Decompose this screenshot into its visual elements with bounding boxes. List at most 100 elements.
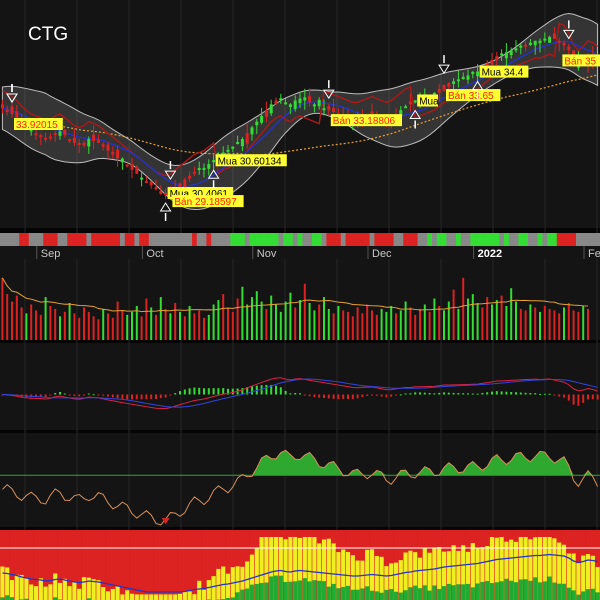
volume-bar (169, 313, 172, 340)
candle-body (192, 171, 196, 174)
signal-strip-cell (129, 233, 135, 246)
volume-bar (323, 297, 325, 340)
volume-bar (390, 305, 393, 340)
strength-bar-yellow (129, 593, 135, 600)
signal-strip-cell (192, 233, 198, 246)
macd-histogram-bar (332, 394, 335, 399)
volume-bar (332, 313, 335, 340)
strength-bar-green (297, 580, 303, 600)
volume-bar (515, 301, 517, 340)
volume-bar (227, 307, 229, 340)
chart-canvas: 33.92015Mua 30.4061Bán 29.18597Mua 30.60… (0, 0, 600, 600)
volume-bar (83, 307, 85, 340)
volume-bar (356, 307, 359, 340)
strength-bar-yellow (96, 580, 101, 600)
volume-bar (313, 310, 316, 340)
volume-bar (481, 307, 484, 340)
volume-average-line (1, 277, 589, 313)
macd-histogram-bar (179, 391, 181, 395)
volume-bar (375, 314, 378, 340)
macd-histogram-bar (155, 394, 157, 399)
candle-body (10, 106, 14, 114)
macd-histogram-bar (447, 392, 450, 395)
volume-bar (231, 311, 234, 340)
signal-label: Bán 33.65 (448, 91, 494, 102)
macd-histogram-bar (289, 393, 292, 395)
signal-strip-cell (436, 233, 443, 246)
macd-histogram-bar (265, 384, 268, 395)
volume-bar (20, 307, 23, 340)
signal-strip-cell (67, 233, 73, 246)
candle-body (231, 146, 235, 149)
volume-bar (433, 298, 436, 340)
strength-bar-yellow (67, 586, 72, 600)
candle-body (317, 99, 321, 107)
candle-body (264, 110, 268, 117)
candle-body (202, 167, 206, 170)
macd-histogram-bar (395, 394, 397, 396)
strength-bar-red (172, 530, 178, 600)
strength-bar-red (120, 530, 126, 600)
signal-strip-cell (571, 233, 577, 246)
macd-histogram-bar (438, 392, 441, 395)
signal-strip-cell (288, 233, 294, 246)
macd-histogram-bar (126, 394, 129, 400)
signal-strip-cell (403, 233, 409, 246)
strength-bar-green (393, 591, 399, 600)
strength-bar-yellow (43, 586, 48, 600)
macd-histogram-bar (116, 394, 119, 399)
volume-bar (452, 289, 455, 340)
signal-strip-cell (144, 233, 150, 246)
strength-bar-green (317, 580, 322, 600)
strength-bar-yellow (9, 580, 15, 600)
macd-histogram-bar (140, 394, 143, 400)
candle-body (125, 164, 129, 167)
signal-strip-cell (345, 233, 351, 246)
strength-bar-red (182, 530, 188, 600)
volume-bar (443, 310, 445, 340)
volume-bar (92, 316, 95, 340)
strength-bar-green (441, 586, 447, 600)
signal-strip-cell (158, 233, 164, 246)
signal-label: Bán 35 (564, 56, 596, 67)
volume-bar (102, 308, 105, 340)
macd-histogram-bar (495, 391, 498, 395)
volume-bar (193, 313, 196, 340)
volume-bar (318, 304, 321, 340)
macd-histogram-bar (97, 394, 100, 396)
strength-bar-red (163, 530, 169, 600)
candle-body (490, 60, 494, 65)
volume-bar (145, 298, 148, 340)
signal-strip-cell (412, 233, 419, 246)
signal-strip-cell (24, 233, 30, 246)
strength-bar-yellow (182, 591, 187, 600)
volume-bar (140, 316, 143, 340)
month-label: Dec (372, 248, 392, 260)
strength-bar-green (350, 589, 355, 600)
macd-histogram-bar (596, 394, 599, 400)
macd-histogram-bar (193, 387, 196, 395)
signal-label: Bán 29.18597 (174, 197, 237, 208)
signal-strip-cell (398, 233, 404, 246)
macd-histogram-bar (313, 394, 316, 398)
candle-body (528, 42, 532, 46)
strength-bar-green (245, 588, 250, 600)
macd-histogram-bar (159, 394, 162, 399)
signal-strip-cell (307, 233, 313, 246)
candle-body (413, 100, 417, 103)
macd-histogram-bar (59, 392, 61, 395)
volume-bar (371, 310, 373, 340)
volume-bar (73, 313, 76, 340)
signal-strip-cell (33, 233, 39, 246)
signal-strip-cell (331, 233, 337, 246)
signal-strip-cell (76, 233, 83, 246)
signal-strip-cell (393, 233, 399, 246)
macd-histogram-bar (145, 394, 148, 400)
strength-bar-green (417, 588, 423, 600)
signal-strip-cell (105, 233, 111, 246)
strength-bar-green (437, 588, 442, 600)
strength-bar-green (475, 583, 480, 600)
volume-bar (342, 310, 345, 340)
signal-strip-cell (187, 233, 193, 246)
candle-body (452, 81, 456, 85)
